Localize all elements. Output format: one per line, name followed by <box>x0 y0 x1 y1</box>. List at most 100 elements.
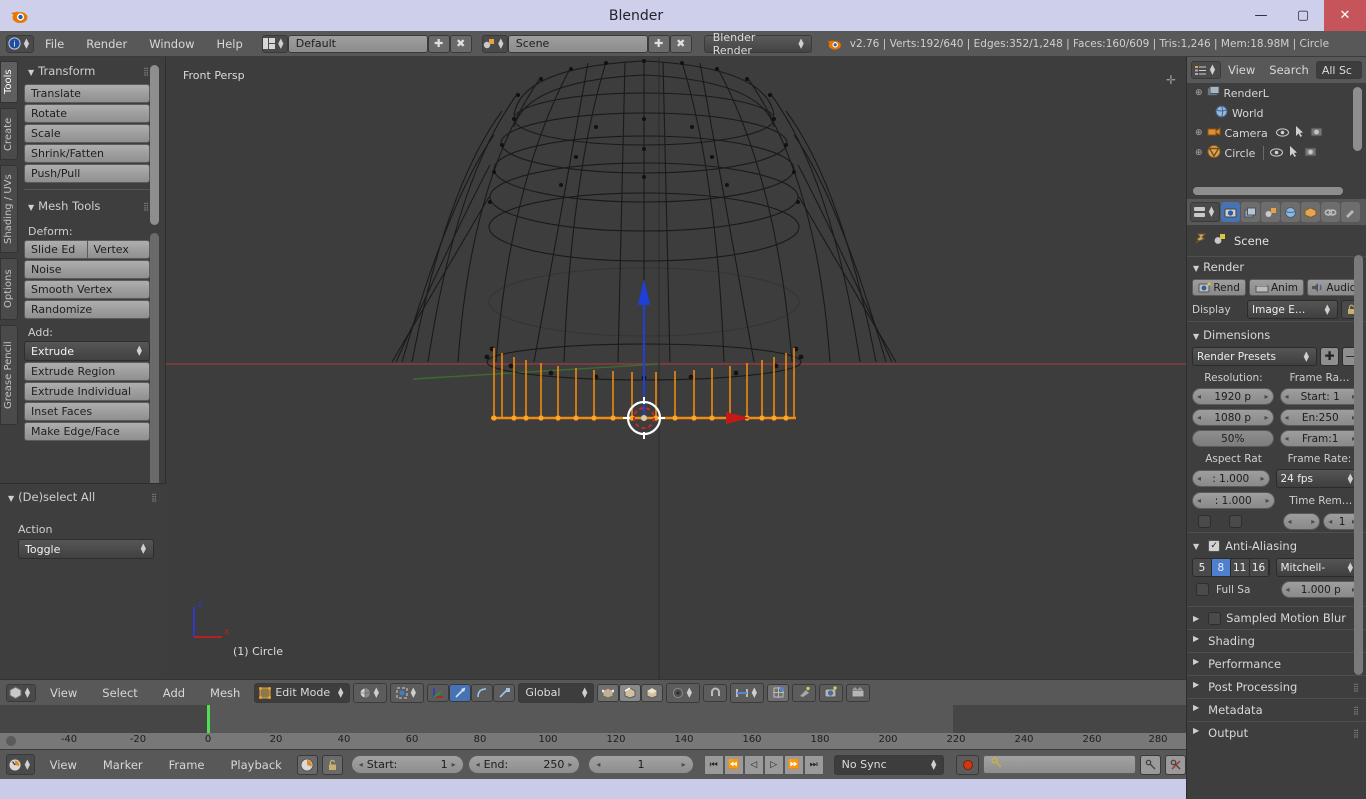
sync-spinner[interactable]: ▲ ▼ <box>928 758 939 770</box>
make-edge-face-button[interactable]: Make Edge/Face <box>24 422 150 441</box>
edge-select-icon[interactable] <box>619 683 642 702</box>
frame-end-field[interactable]: ◂ End: 250 ▸ <box>467 755 581 774</box>
outliner-row-camera[interactable]: ⊕ Camera <box>1187 123 1366 143</box>
add-screen-button[interactable]: ✚ <box>427 34 450 53</box>
viewport-plus-icon[interactable]: ✛ <box>1166 73 1176 87</box>
expand-toggle-icon[interactable]: ⊕ <box>1195 88 1203 98</box>
display-spinner[interactable]: ▲ ▼ <box>1322 303 1333 315</box>
propedit-spinner[interactable]: ▲ ▼ <box>684 686 695 698</box>
current-frame-field[interactable]: ◂ 1 ▸ <box>588 755 694 774</box>
rotate-manipulator-icon[interactable] <box>471 683 494 702</box>
slide-edge-button[interactable]: Slide Ed <box>25 241 87 258</box>
vertex-select-icon[interactable] <box>597 683 620 702</box>
viewport-menu-view[interactable]: View <box>39 680 88 706</box>
outliner-row-world[interactable]: World <box>1187 103 1366 123</box>
jump-to-start-button[interactable]: ⏮ <box>703 754 724 775</box>
maximize-button[interactable]: ▢ <box>1282 0 1324 31</box>
screen-layout-icon[interactable]: ▲ ▼ <box>261 34 288 53</box>
pivot-spinner[interactable]: ▲ ▼ <box>408 686 419 698</box>
border-checkbox[interactable] <box>1198 515 1211 528</box>
render-tab-icon[interactable] <box>1221 202 1240 222</box>
screen-layout-field[interactable]: Default <box>287 34 428 53</box>
remove-keyframe-icon[interactable] <box>1165 754 1186 775</box>
render-presets-dropdown[interactable]: Render Presets ▲ ▼ <box>1192 347 1317 366</box>
interaction-mode-dropdown[interactable]: Edit Mode ▲ ▼ <box>254 682 351 703</box>
panel-header-performance[interactable]: ▶Performance ⣿ <box>1187 652 1366 675</box>
constraints-tab-icon[interactable] <box>1321 202 1340 222</box>
outliner-row-renderlayers[interactable]: ⊕ RenderL <box>1187 83 1366 103</box>
sidebar-item-grease-pencil[interactable]: Grease Pencil <box>0 325 18 425</box>
expand-toggle-icon[interactable]: ⊕ <box>1195 148 1203 158</box>
outliner-menu-search[interactable]: Search <box>1262 57 1316 83</box>
scene-spinner[interactable]: ▲ ▼ <box>495 37 506 49</box>
render-animation-button[interactable]: Anim <box>1249 279 1304 296</box>
camera-restrict-icon[interactable] <box>1304 146 1317 160</box>
extrude-region-button[interactable]: Extrude Region <box>24 362 150 381</box>
viewport-canvas[interactable] <box>166 57 1186 679</box>
minimize-button[interactable]: — <box>1240 0 1282 31</box>
randomize-button[interactable]: Randomize <box>24 300 150 319</box>
panel-header-sampled-motion-blur[interactable]: ▶ Sampled Motion Blur <box>1187 606 1366 629</box>
play-button[interactable]: ▷ <box>763 754 784 775</box>
editor-type-spinner[interactable]: ▲ ▼ <box>22 758 33 770</box>
timeline-menu-frame[interactable]: Frame <box>158 752 216 778</box>
outliner-scrollbar[interactable] <box>1353 87 1362 151</box>
aspect-x-field[interactable]: ◂: 1.000 ▸ <box>1192 470 1270 487</box>
panel-header-transform[interactable]: ▼ Transform ⣿ <box>24 61 150 83</box>
eye-icon[interactable] <box>1270 147 1284 160</box>
scale-button[interactable]: Scale <box>24 124 150 143</box>
sidebar-item-options[interactable]: Options <box>0 258 18 320</box>
delete-screen-button[interactable]: ✖ <box>449 34 472 53</box>
timeline-menu-playback[interactable]: Playback <box>219 752 292 778</box>
push-pull-button[interactable]: Push/Pull <box>24 164 150 183</box>
editor-type-spinner[interactable]: ▲ ▼ <box>21 37 32 49</box>
add-preset-button[interactable]: ✚ <box>1320 347 1339 366</box>
mode-spinner[interactable]: ▲ ▼ <box>335 686 346 698</box>
manipulator-toggle-icon[interactable] <box>427 683 450 702</box>
extrude-spinner[interactable]: ▲ ▼ <box>134 345 145 357</box>
sync-mode-dropdown[interactable]: No Sync ▲ ▼ <box>833 754 945 775</box>
action-spinner[interactable]: ▲ ▼ <box>138 543 149 555</box>
properties-editor-icon[interactable]: ▲ ▼ <box>1190 202 1220 222</box>
render-engine-dropdown[interactable]: Blender Render ▲ ▼ <box>703 31 812 57</box>
panel-header-mesh-tools[interactable]: ▼ Mesh Tools ⣿ <box>24 196 150 218</box>
viewport-shading-dropdown[interactable]: ▲ ▼ <box>353 682 388 703</box>
timeline-track[interactable] <box>0 705 1186 733</box>
rotate-button[interactable]: Rotate <box>24 104 150 123</box>
jump-prev-keyframe-button[interactable]: ⏪ <box>723 754 744 775</box>
auto-merge-icon[interactable] <box>792 683 817 702</box>
panel-header-post-processing[interactable]: ▶ Post Processing ⣿ <box>1187 675 1366 698</box>
outliner-row-circle[interactable]: ⊕ Circle <box>1187 143 1366 163</box>
shrink-fatten-button[interactable]: Shrink/Fatten <box>24 144 150 163</box>
play-reverse-button[interactable]: ◁ <box>743 754 764 775</box>
aa-sample-5[interactable]: 5 <box>1193 559 1212 576</box>
scene-name-field[interactable]: Scene <box>507 34 648 53</box>
cursor-arrow-icon[interactable] <box>1289 146 1298 160</box>
render-audio-button[interactable]: Audio <box>1306 279 1361 296</box>
render-layers-tab-icon[interactable] <box>1241 202 1260 222</box>
panel-header-shading[interactable]: ▶Shading ⣿ <box>1187 629 1366 652</box>
display-mode-dropdown[interactable]: Image E… ▲ ▼ <box>1247 300 1338 319</box>
outliner-filter-dropdown[interactable]: All Sc <box>1315 61 1362 79</box>
frame-end-field[interactable]: ◂En:250▸ <box>1279 409 1361 426</box>
shading-spinner[interactable]: ▲ ▼ <box>371 686 382 698</box>
resolution-x-field[interactable]: ◂ 1920 p ▸ <box>1192 388 1274 405</box>
jump-to-end-button[interactable]: ⏭ <box>803 754 824 775</box>
timeline-ruler[interactable]: -40 -20 0 20 40 60 80 100 120 140 160 18… <box>0 733 1186 749</box>
menu-help[interactable]: Help <box>206 31 254 57</box>
object-tab-icon[interactable] <box>1301 202 1320 222</box>
record-auto-key-icon[interactable] <box>296 754 318 775</box>
inset-faces-button[interactable]: Inset Faces <box>24 402 150 421</box>
extrude-individual-button[interactable]: Extrude Individual <box>24 382 150 401</box>
add-scene-button[interactable]: ✚ <box>647 34 670 53</box>
aa-sample-16[interactable]: 16 <box>1249 559 1269 576</box>
cursor-arrow-icon[interactable] <box>1295 126 1304 140</box>
viewport-menu-select[interactable]: Select <box>91 680 148 706</box>
full-sample-checkbox[interactable] <box>1196 583 1209 596</box>
timeline-menu-marker[interactable]: Marker <box>92 752 154 778</box>
aa-sample-11[interactable]: 11 <box>1230 559 1250 576</box>
editor-type-spinner[interactable]: ▲ ▼ <box>1207 64 1218 76</box>
smooth-vertex-button[interactable]: Smooth Vertex <box>24 280 150 299</box>
sidebar-item-create[interactable]: Create <box>0 108 18 160</box>
panel-header-anti-aliasing[interactable]: ▼ ✓ Anti-Aliasing ⣿ <box>1187 532 1366 556</box>
